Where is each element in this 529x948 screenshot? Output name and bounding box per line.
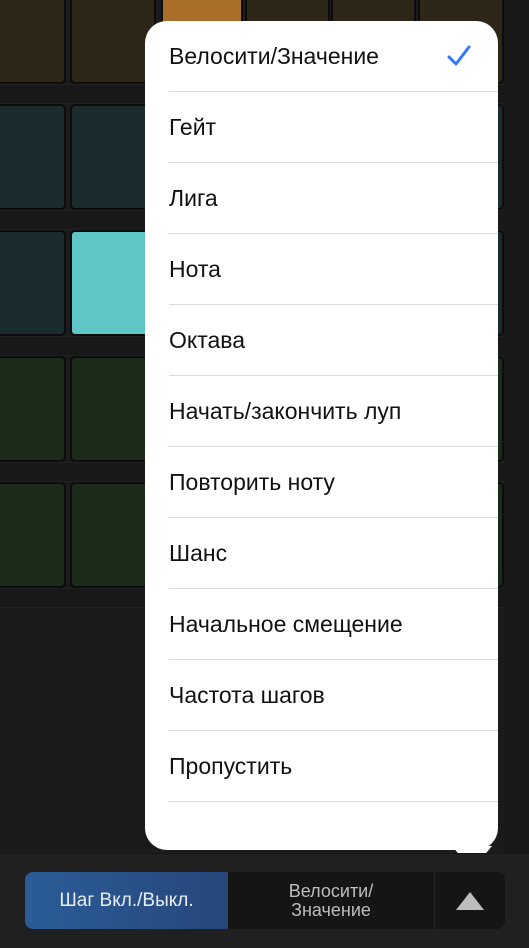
menu-item[interactable]: Повторить ноту [169, 447, 498, 518]
menu-item-label: Начальное смещение [169, 610, 403, 637]
menu-item-label: Лига [169, 184, 218, 211]
checkmark-icon [447, 45, 471, 66]
step-pad[interactable] [0, 230, 66, 336]
step-pad[interactable] [70, 0, 156, 84]
step-pad[interactable] [0, 356, 66, 462]
menu-item[interactable]: Октава [169, 305, 498, 376]
menu-item[interactable]: Начальное смещение [169, 589, 498, 660]
menu-item[interactable]: Пропустить [169, 731, 498, 802]
menu-item-label: Частота шагов [169, 681, 325, 708]
step-pad[interactable] [0, 104, 66, 210]
menu-item-label: Шанс [169, 539, 228, 566]
mode-segmented-control: Шаг Вкл./Выкл. Велосити/ Значение [25, 872, 505, 929]
menu-item-label: Начать/закончить луп [169, 397, 402, 424]
menu-item[interactable]: Гейт [169, 92, 498, 163]
step-pad[interactable] [70, 104, 156, 210]
menu-item[interactable]: Велосити/Значение [169, 21, 498, 92]
step-on-off-label: Шаг Вкл./Выкл. [59, 889, 194, 911]
menu-item-label: Нота [169, 255, 221, 282]
grid-edge [504, 0, 529, 853]
menu-item-label: Повторить ноту [169, 468, 335, 495]
menu-item[interactable]: Частота шагов [169, 660, 498, 731]
triangle-up-icon [456, 891, 484, 910]
menu-item[interactable]: Лига [169, 163, 498, 234]
menu-item-label: Октава [169, 326, 246, 353]
bottom-toolbar: Шаг Вкл./Выкл. Велосити/ Значение [0, 853, 529, 948]
menu-item[interactable]: Начать/закончить луп [169, 376, 498, 447]
step-pad[interactable] [70, 356, 156, 462]
edit-mode-menu-button[interactable] [435, 872, 505, 929]
step-pad[interactable] [70, 482, 156, 588]
edit-mode-menu: Велосити/Значение Гейт Лига Нота Октава Начат… [145, 21, 498, 802]
velocity-value-label: Велосити/ Значение [288, 880, 374, 920]
menu-item[interactable]: Нота [169, 234, 498, 305]
velocity-value-button[interactable]: Велосити/ Значение [228, 872, 435, 929]
step-pad[interactable] [0, 482, 66, 588]
menu-item[interactable]: Шанс [169, 518, 498, 589]
menu-item-label: Велосити/Значение [169, 42, 379, 69]
edit-mode-popover: Велосити/Значение Гейт Лига Нота Октава Начат… [145, 21, 498, 850]
menu-item-label: Пропустить [169, 752, 293, 779]
step-pad-active[interactable] [70, 230, 156, 336]
step-on-off-button[interactable]: Шаг Вкл./Выкл. [25, 872, 228, 929]
menu-item-label: Гейт [169, 113, 217, 140]
step-pad[interactable] [0, 0, 66, 84]
